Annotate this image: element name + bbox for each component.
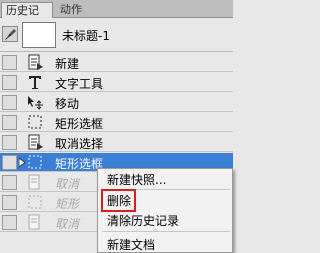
history-step[interactable]: 移动 (0, 93, 233, 112)
history-brush-icon (5, 29, 16, 40)
document-icon (28, 214, 40, 230)
annotation-highlight-box (101, 189, 136, 212)
history-brush-source[interactable] (2, 26, 18, 42)
snapshot-label: 未标题-1 (62, 29, 110, 43)
menu-item-new-snapshot[interactable]: 新建快照... (98, 170, 234, 190)
history-brush-checkbox[interactable] (2, 115, 17, 130)
history-brush-checkbox[interactable] (2, 95, 17, 110)
tab-history[interactable]: 历史记录 (1, 2, 53, 32)
marquee-icon (28, 155, 42, 169)
history-step-label: 矩形选框 (55, 117, 104, 131)
history-step[interactable]: 文字工具 (0, 73, 233, 92)
marquee-icon (28, 115, 42, 129)
history-step[interactable]: 矩形选框 (0, 113, 233, 132)
history-brush-checkbox[interactable] (2, 75, 17, 90)
history-step-label: 文字工具 (55, 77, 104, 91)
history-brush-checkbox[interactable] (2, 155, 17, 170)
history-state-slider-icon[interactable] (19, 158, 25, 167)
history-brush-checkbox[interactable] (2, 175, 17, 190)
menu-item-clear-history[interactable]: 清除历史记录 (98, 211, 234, 231)
history-step-label: 取消选择 (55, 137, 104, 151)
history-step[interactable]: 取消选择 (0, 133, 233, 152)
document-icon (28, 54, 43, 70)
history-step-label: 移动 (55, 97, 80, 111)
history-step-label: 矩形选框 (55, 157, 104, 171)
panel-tab-bar: 历史记录 动作 (0, 0, 233, 32)
document-icon (28, 134, 43, 150)
snapshot-thumbnail (22, 22, 56, 48)
menu-item-new-document[interactable]: 新建文档 (98, 235, 234, 253)
history-step-label: 取消 (55, 217, 80, 231)
history-brush-checkbox[interactable] (2, 55, 17, 70)
history-step[interactable]: 新建 (0, 53, 233, 72)
menu-separator (102, 231, 230, 232)
history-brush-checkbox[interactable] (2, 135, 17, 150)
history-step-label: 新建 (55, 57, 80, 71)
text-tool-icon (29, 76, 41, 89)
history-brush-checkbox[interactable] (2, 195, 17, 210)
history-step-label: 矩形 (55, 197, 80, 211)
history-brush-checkbox[interactable] (2, 215, 17, 230)
document-icon (28, 174, 40, 190)
move-tool-icon (28, 96, 43, 110)
history-step-label: 取消 (55, 177, 80, 191)
tab-actions[interactable]: 动作 (56, 2, 88, 18)
marquee-icon (28, 195, 42, 209)
snapshot-row[interactable]: 未标题-1 (0, 18, 233, 52)
